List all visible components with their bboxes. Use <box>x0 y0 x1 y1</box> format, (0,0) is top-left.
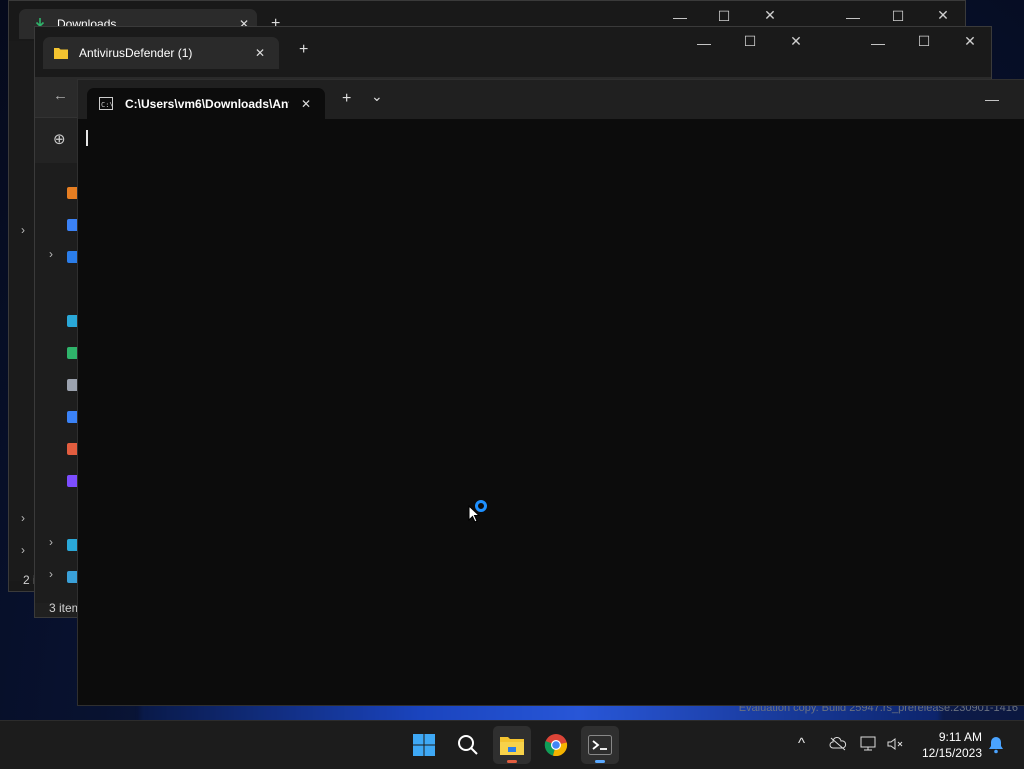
start-button[interactable] <box>405 726 443 764</box>
running-indicator <box>595 760 605 763</box>
cmd-icon: C:\ <box>99 97 113 110</box>
maximize-button-2[interactable]: ☐ <box>888 8 908 24</box>
running-indicator <box>507 760 517 763</box>
chevron-right-icon[interactable]: › <box>21 511 25 525</box>
taskbar: ^ 9:11 AM 12/15/2023 <box>0 720 1024 769</box>
tab-bar: C:\ C:\Users\vm6\Downloads\Ant ✕ + ⌄ — <box>78 80 1024 119</box>
chevron-right-icon[interactable]: › <box>21 543 25 557</box>
windows-logo-icon <box>413 734 435 756</box>
chevron-right-icon[interactable]: › <box>49 567 53 581</box>
mouse-pointer-icon <box>468 505 480 523</box>
tab-label: AntivirusDefender (1) <box>79 46 193 60</box>
close-tab-icon[interactable]: ✕ <box>301 97 311 111</box>
minimize-button[interactable]: — <box>694 35 714 51</box>
close-button[interactable]: ✕ <box>760 7 780 23</box>
tab-label: C:\Users\vm6\Downloads\Ant <box>125 96 289 111</box>
chevron-right-icon[interactable]: › <box>49 247 53 261</box>
search-button[interactable] <box>449 726 487 764</box>
minimize-button[interactable]: — <box>982 91 1002 107</box>
tab-terminal[interactable]: C:\ C:\Users\vm6\Downloads\Ant ✕ <box>87 88 325 119</box>
folder-icon <box>500 737 524 755</box>
network-icon[interactable] <box>860 736 878 752</box>
tab-dropdown-button[interactable]: ⌄ <box>371 88 383 105</box>
clock-time: 9:11 AM <box>938 730 982 744</box>
svg-text:C:\: C:\ <box>101 101 113 109</box>
tab-antivirusdefender[interactable]: AntivirusDefender (1) ✕ <box>43 37 279 69</box>
close-button[interactable]: ✕ <box>786 33 806 49</box>
notification-bell-icon[interactable] <box>988 736 1004 754</box>
chevron-right-icon[interactable]: › <box>49 535 53 549</box>
maximize-button[interactable]: ☐ <box>714 8 734 24</box>
close-button-2[interactable]: ✕ <box>960 33 980 49</box>
tab-bar: AntivirusDefender (1) ✕ + — ☐ ✕ — ☐ ✕ <box>35 27 991 77</box>
maximize-button[interactable]: ☐ <box>740 33 760 49</box>
terminal-button[interactable] <box>581 726 619 764</box>
back-arrow-icon[interactable]: ← <box>53 87 68 104</box>
cloud-offline-icon[interactable] <box>829 736 847 752</box>
close-tab-icon[interactable]: ✕ <box>255 46 265 60</box>
file-explorer-button[interactable] <box>493 726 531 764</box>
chevron-right-icon[interactable]: › <box>21 223 25 237</box>
minimize-button-2[interactable]: — <box>868 35 888 51</box>
new-item-icon[interactable]: ⊕ <box>53 130 66 148</box>
minimize-button-2[interactable]: — <box>843 9 863 25</box>
maximize-button-2[interactable]: ☐ <box>914 33 934 49</box>
clock[interactable]: 9:11 AM 12/15/2023 <box>922 729 982 761</box>
terminal-icon <box>588 735 612 755</box>
chevron-up-icon[interactable]: ^ <box>798 735 805 752</box>
clock-date: 12/15/2023 <box>921 746 982 760</box>
text-cursor[interactable] <box>86 130 88 146</box>
new-tab-button[interactable]: + <box>342 90 351 108</box>
close-button-2[interactable]: ✕ <box>933 7 953 23</box>
folder-icon <box>54 48 68 59</box>
chrome-icon <box>544 734 568 757</box>
navigation-pane: › › › <box>35 163 79 603</box>
minimize-button[interactable]: — <box>670 9 690 25</box>
search-icon <box>458 735 478 755</box>
chrome-button[interactable] <box>537 726 575 764</box>
new-tab-button[interactable]: + <box>299 41 308 59</box>
volume-muted-icon[interactable] <box>886 736 904 752</box>
terminal-window[interactable]: C:\ C:\Users\vm6\Downloads\Ant ✕ + ⌄ — <box>77 79 1024 706</box>
